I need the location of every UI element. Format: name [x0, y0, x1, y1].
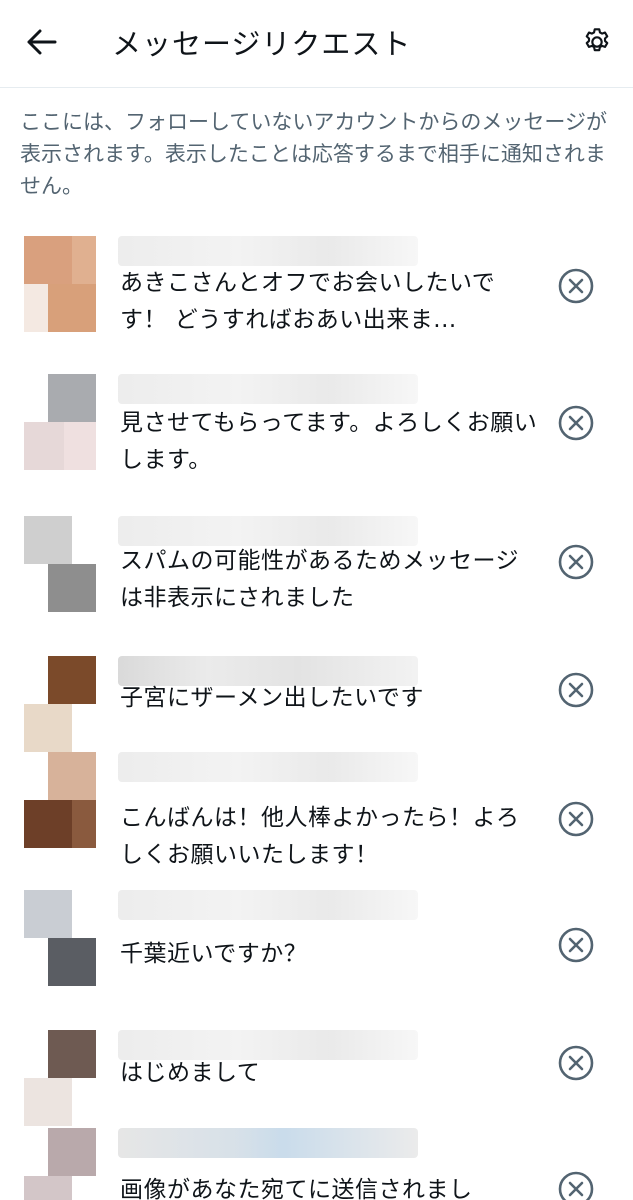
- dismiss-button[interactable]: [557, 1044, 595, 1082]
- close-circle-icon: [558, 1171, 594, 1200]
- sender-name-blurred: [118, 1128, 418, 1158]
- avatar: [24, 752, 96, 848]
- dismiss-button[interactable]: [557, 1170, 595, 1200]
- dismiss-button[interactable]: [557, 800, 595, 838]
- avatar: [24, 374, 96, 470]
- avatar: [24, 516, 96, 612]
- avatar: [24, 1030, 96, 1126]
- close-circle-icon: [558, 544, 594, 580]
- request-message: はじめまして: [120, 1060, 261, 1086]
- avatar: [24, 656, 96, 752]
- request-message: 子宮にザーメン出したいです: [120, 685, 424, 711]
- sender-name-blurred: [118, 236, 418, 266]
- dismiss-button[interactable]: [557, 404, 595, 442]
- close-circle-icon: [558, 801, 594, 837]
- request-list: あきこさんとオフでお会いしたいです！ どうすればおあい出来ま... 見させてもら…: [0, 0, 633, 1200]
- close-circle-icon: [558, 405, 594, 441]
- sender-name-blurred: [118, 890, 418, 920]
- dismiss-button[interactable]: [557, 267, 595, 305]
- request-message: あきこさんとオフでお会いしたいです！ どうすればおあい出来ま...: [120, 270, 496, 333]
- avatar: [24, 1128, 96, 1200]
- sender-name-blurred: [118, 516, 418, 546]
- sender-name-blurred: [118, 374, 418, 404]
- avatar: [24, 236, 96, 332]
- request-message: 見させてもらってます。よろしくお願いします。: [120, 410, 538, 473]
- avatar: [24, 890, 96, 986]
- request-message: こんばんは！他人棒よかったら！よろしくお願いいたします！: [120, 805, 520, 868]
- close-circle-icon: [558, 268, 594, 304]
- dismiss-button[interactable]: [557, 543, 595, 581]
- close-circle-icon: [558, 927, 594, 963]
- request-message: スパムの可能性があるためメッセージは非表示にされました: [120, 548, 520, 611]
- request-message: 千葉近いですか？: [120, 941, 308, 967]
- dismiss-button[interactable]: [557, 926, 595, 964]
- sender-name-blurred: [118, 752, 418, 782]
- close-circle-icon: [558, 1045, 594, 1081]
- request-message: 画像があなた宛てに送信されまし: [120, 1177, 473, 1200]
- dismiss-button[interactable]: [557, 671, 595, 709]
- close-circle-icon: [558, 672, 594, 708]
